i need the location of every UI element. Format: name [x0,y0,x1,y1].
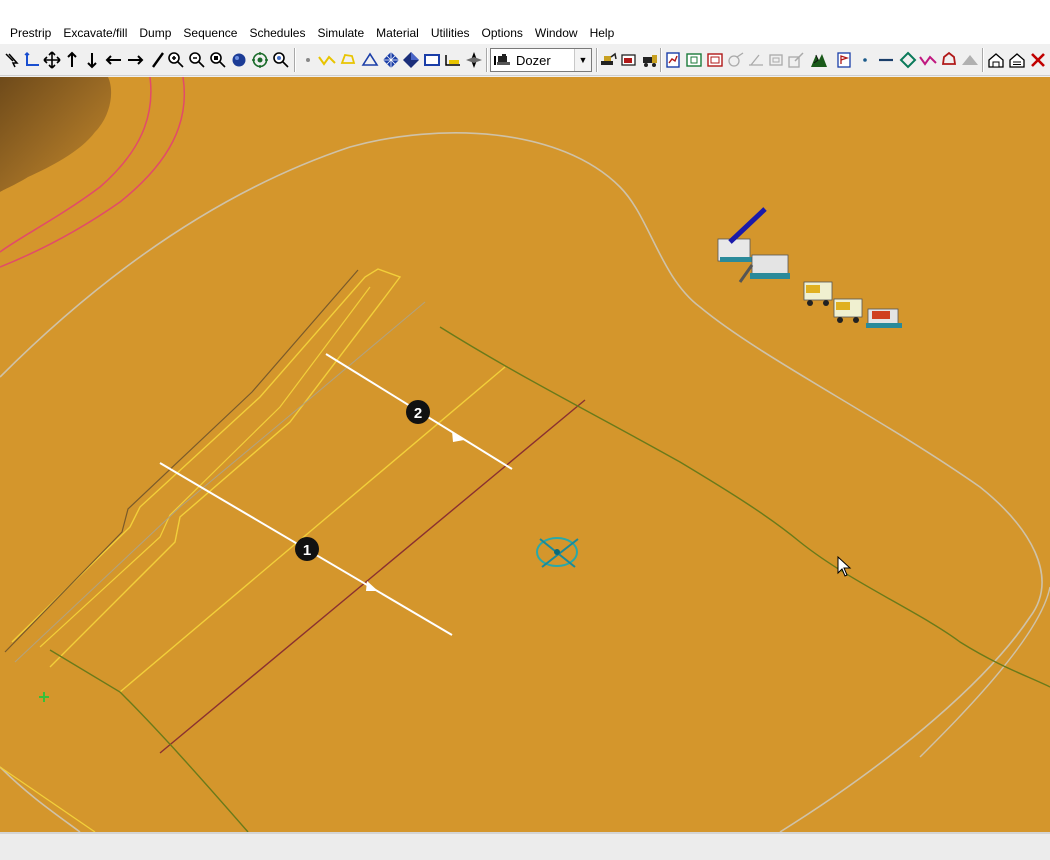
rectangle-icon[interactable] [422,50,442,70]
polygon-icon[interactable] [338,50,358,70]
excavator-icon[interactable] [598,50,618,70]
zoom-extents-icon[interactable] [271,50,291,70]
toolbar-separator [982,48,984,72]
grid-report-icon[interactable] [684,50,704,70]
menu-help[interactable]: Help [584,22,621,44]
loader-icon[interactable] [619,50,639,70]
dozer-icon [494,54,510,65]
zigzag-icon[interactable] [918,50,938,70]
toolbar-separator [660,48,662,72]
menu-options[interactable]: Options [476,22,529,44]
menu-simulate[interactable]: Simulate [311,22,370,44]
toolbar-separator [294,48,296,72]
menu-bar: Prestrip Excavate/fill Dump Sequence Sch… [0,22,1050,44]
line-icon[interactable] [876,50,896,70]
frame-report-icon[interactable] [705,50,725,70]
report-icon[interactable] [663,50,683,70]
mesh-icon[interactable] [381,50,401,70]
polyline-icon[interactable] [317,50,337,70]
select-tool-icon[interactable] [2,50,22,70]
arrow-down-icon[interactable] [82,50,102,70]
marker-2-label: 2 [414,405,422,422]
dozer-fleet-icon[interactable] [866,308,902,328]
equipment-select-value: Dozer [516,52,551,68]
diamond-icon[interactable] [898,50,918,70]
corner-tool-icon[interactable] [22,50,42,70]
menu-window[interactable]: Window [529,22,584,44]
arrow-up-icon[interactable] [62,50,82,70]
pentagon-icon[interactable] [939,50,959,70]
title-bar [0,0,1050,22]
marker-1-label: 1 [303,542,311,559]
menu-excavate-fill[interactable]: Excavate/fill [57,22,133,44]
point-icon[interactable] [298,50,318,70]
disabled-edit-icon [786,50,806,70]
chevron-down-icon[interactable]: ▼ [574,49,591,71]
target-icon[interactable] [250,50,270,70]
solid-icon[interactable] [401,50,421,70]
mound-icon[interactable] [960,50,980,70]
disabled-tool-icon [726,50,746,70]
triangle-icon[interactable] [360,50,380,70]
disabled-measure-icon [746,50,766,70]
home-list-icon[interactable] [1007,50,1027,70]
arrow-left-icon[interactable] [104,50,124,70]
map-viewport[interactable]: 1 2 [0,77,1050,832]
menu-dump[interactable]: Dump [133,22,177,44]
status-bar [0,832,1050,860]
dot-icon[interactable] [855,50,875,70]
home-icon[interactable] [986,50,1006,70]
zoom-window-icon[interactable] [208,50,228,70]
close-icon[interactable] [1028,50,1048,70]
zoom-out-icon[interactable] [187,50,207,70]
zoom-in-icon[interactable] [166,50,186,70]
menu-prestrip[interactable]: Prestrip [0,22,57,44]
disabled-box-icon [766,50,786,70]
terrain-surface[interactable] [0,77,1050,832]
compass-icon[interactable] [464,50,484,70]
truck-icon[interactable] [640,50,660,70]
menu-material[interactable]: Material [370,22,425,44]
menu-utilities[interactable]: Utilities [425,22,476,44]
arrow-right-icon[interactable] [125,50,145,70]
equipment-select[interactable]: Dozer ▼ [490,48,592,72]
flag-report-icon[interactable] [834,50,854,70]
menu-sequence[interactable]: Sequence [177,22,243,44]
terrain-icon[interactable] [809,50,829,70]
menu-schedules[interactable]: Schedules [243,22,311,44]
section-icon[interactable] [443,50,463,70]
pan-move-icon[interactable] [42,50,62,70]
pencil-icon[interactable] [148,50,168,70]
globe-icon[interactable] [229,50,249,70]
toolbar-separator [486,48,488,72]
